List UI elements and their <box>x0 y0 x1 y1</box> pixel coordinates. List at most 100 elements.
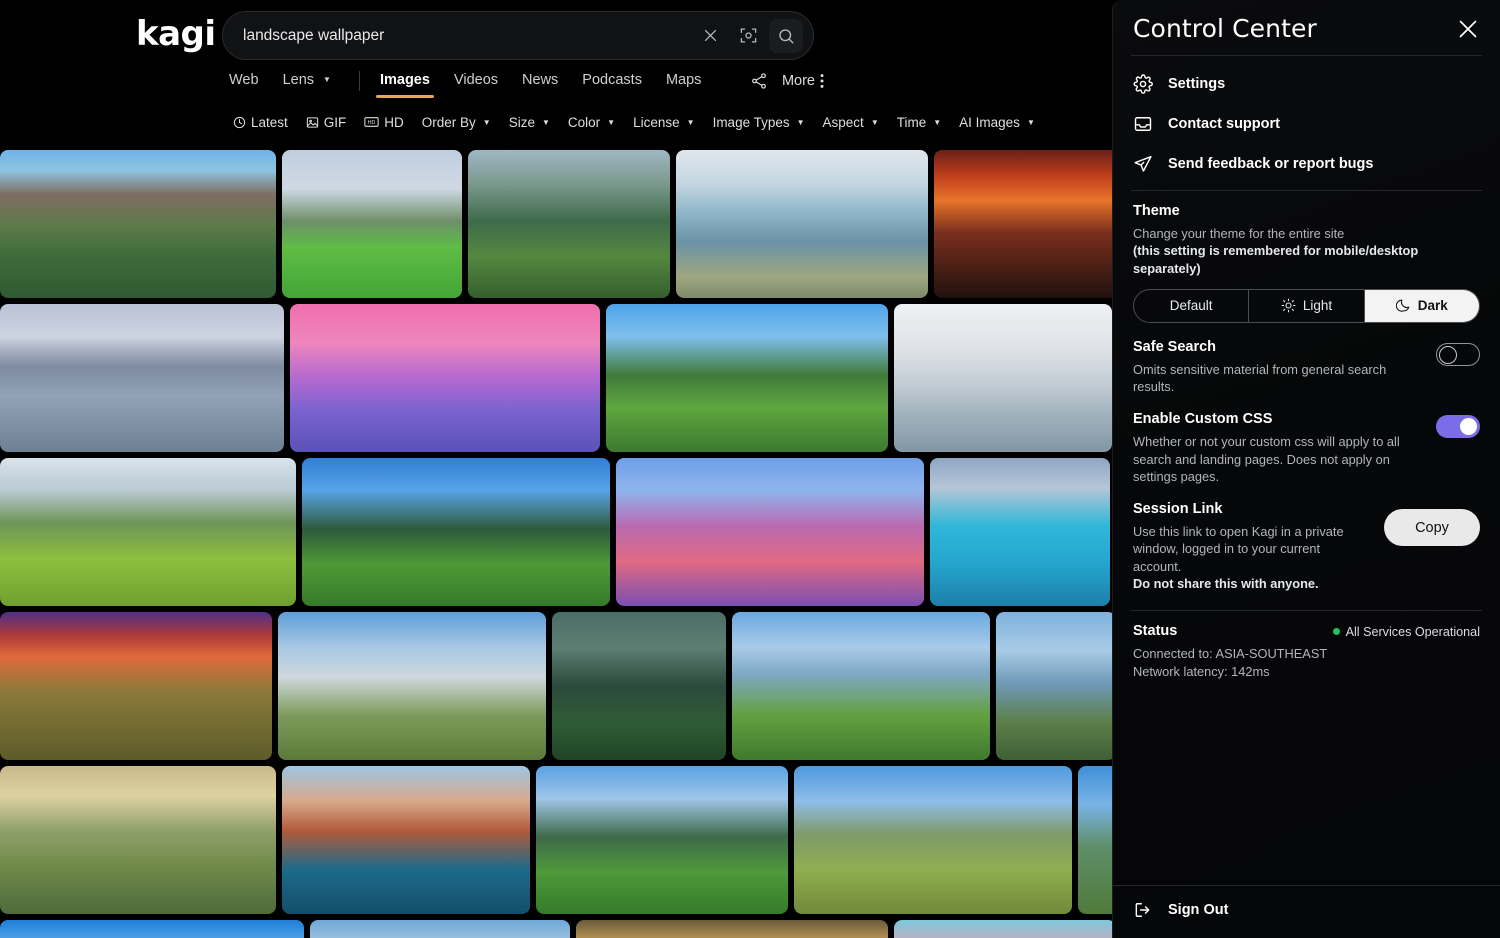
image-result-tile[interactable] <box>278 612 546 760</box>
svg-text:HD: HD <box>368 120 376 126</box>
custom-css-toggle[interactable] <box>1436 415 1480 438</box>
image-result-tile[interactable] <box>0 920 304 938</box>
image-results-grid <box>0 150 1112 938</box>
nav-right-actions: More <box>750 72 824 90</box>
result-image <box>536 766 788 914</box>
image-result-tile[interactable] <box>894 304 1112 452</box>
image-result-tile[interactable] <box>1078 766 1112 914</box>
search-input[interactable] <box>223 27 693 45</box>
image-result-tile[interactable] <box>996 612 1112 760</box>
filter-color[interactable]: Color ▼ <box>568 115 615 130</box>
image-result-tile[interactable] <box>468 150 670 298</box>
menu-item-send-feedback[interactable]: Send feedback or report bugs <box>1113 144 1500 184</box>
safe-search-toggle[interactable] <box>1436 343 1480 366</box>
nav-tab-videos[interactable]: Videos <box>454 70 498 98</box>
nav-tab-podcasts[interactable]: Podcasts <box>582 70 642 98</box>
image-result-tile[interactable] <box>282 766 530 914</box>
image-result-tile[interactable] <box>0 766 276 914</box>
panel-spacer <box>1113 685 1500 885</box>
filter-label: Size <box>509 115 535 130</box>
image-result-tile[interactable] <box>676 150 928 298</box>
result-image <box>468 150 670 298</box>
send-icon <box>1133 154 1153 174</box>
search-bar[interactable] <box>222 11 814 60</box>
copy-session-link-button[interactable]: Copy <box>1384 509 1480 546</box>
image-result-tile[interactable] <box>616 458 924 606</box>
theme-desc-line1: Change your theme for the entire site <box>1133 225 1480 242</box>
page-header: kagi <box>0 0 1112 70</box>
image-result-tile[interactable] <box>794 766 1072 914</box>
control-center-menu: Settings Contact support Send feedback o… <box>1113 56 1500 190</box>
nav-tab-images[interactable]: Images <box>380 70 430 98</box>
image-result-tile[interactable] <box>282 150 462 298</box>
nav-tab-news[interactable]: News <box>522 70 558 98</box>
filter-license[interactable]: License ▼ <box>633 115 694 130</box>
menu-item-settings[interactable]: Settings <box>1113 64 1500 104</box>
result-image <box>0 766 276 914</box>
search-icon[interactable] <box>769 19 803 53</box>
filter-aspect[interactable]: Aspect ▼ <box>823 115 879 130</box>
session-link-desc: Use this link to open Kagi in a private … <box>1133 523 1368 575</box>
nav-label: Images <box>380 72 430 88</box>
control-center-panel: Control Center Settings Contact support … <box>1112 0 1500 938</box>
close-icon[interactable] <box>1456 17 1480 41</box>
status-connected-region: Connected to: ASIA-SOUTHEAST <box>1133 645 1480 663</box>
status-badge: All Services Operational <box>1333 625 1480 639</box>
more-menu-button[interactable]: More <box>782 73 824 89</box>
image-result-tile[interactable] <box>302 458 610 606</box>
sign-out-button[interactable]: Sign Out <box>1113 885 1500 938</box>
result-image <box>282 150 462 298</box>
image-result-tile[interactable] <box>310 920 570 938</box>
image-result-tile[interactable] <box>552 612 726 760</box>
filter-image-types[interactable]: Image Types ▼ <box>713 115 805 130</box>
image-result-tile[interactable] <box>536 766 788 914</box>
session-link-warning: Do not share this with anyone. <box>1133 575 1368 592</box>
image-result-tile[interactable] <box>732 612 990 760</box>
image-result-tile[interactable] <box>930 458 1110 606</box>
image-grid-row <box>0 150 1112 298</box>
kebab-menu-icon <box>820 73 824 89</box>
chevron-down-icon: ▼ <box>542 118 550 127</box>
image-grid-row <box>0 766 1112 914</box>
image-search-icon[interactable] <box>731 19 765 53</box>
image-result-tile[interactable] <box>0 304 284 452</box>
result-image <box>616 458 924 606</box>
image-result-tile[interactable] <box>0 612 272 760</box>
gear-icon <box>1133 74 1153 94</box>
image-result-tile[interactable] <box>934 150 1112 298</box>
theme-selector: Default Light Dark <box>1133 289 1480 323</box>
image-result-tile[interactable] <box>0 150 276 298</box>
image-result-tile[interactable] <box>894 920 1112 938</box>
filter-latest[interactable]: Latest <box>233 115 288 130</box>
result-image <box>302 458 610 606</box>
kagi-logo[interactable]: kagi <box>136 14 216 54</box>
theme-option-light[interactable]: Light <box>1249 290 1364 322</box>
chevron-down-icon: ▼ <box>483 118 491 127</box>
image-result-tile[interactable] <box>0 458 296 606</box>
filter-time[interactable]: Time ▼ <box>897 115 941 130</box>
filter-ai-images[interactable]: AI Images ▼ <box>959 115 1035 130</box>
image-result-tile[interactable] <box>606 304 888 452</box>
theme-option-label: Light <box>1303 298 1332 313</box>
status-dot-icon <box>1333 628 1340 635</box>
filter-label: Image Types <box>713 115 790 130</box>
theme-option-dark[interactable]: Dark <box>1365 290 1479 322</box>
image-result-tile[interactable] <box>576 920 888 938</box>
nav-tab-web[interactable]: Web <box>229 70 259 98</box>
theme-option-default[interactable]: Default <box>1134 290 1249 322</box>
nav-tab-maps[interactable]: Maps <box>666 70 701 98</box>
filter-bar: Latest GIF HD HD Order By ▼ Size ▼ Color… <box>0 108 1112 136</box>
filter-order-by[interactable]: Order By ▼ <box>422 115 491 130</box>
image-result-tile[interactable] <box>290 304 600 452</box>
menu-item-contact-support[interactable]: Contact support <box>1113 104 1500 144</box>
filter-hd[interactable]: HD HD <box>364 115 404 130</box>
sign-out-label: Sign Out <box>1168 902 1228 918</box>
filter-gif[interactable]: GIF <box>306 115 347 130</box>
filter-size[interactable]: Size ▼ <box>509 115 550 130</box>
share-icon[interactable] <box>750 72 768 90</box>
close-icon[interactable] <box>693 19 727 53</box>
result-image <box>278 612 546 760</box>
result-image <box>0 612 272 760</box>
nav-tab-lens[interactable]: Lens ▼ <box>283 70 331 98</box>
chevron-down-icon: ▼ <box>1027 118 1035 127</box>
